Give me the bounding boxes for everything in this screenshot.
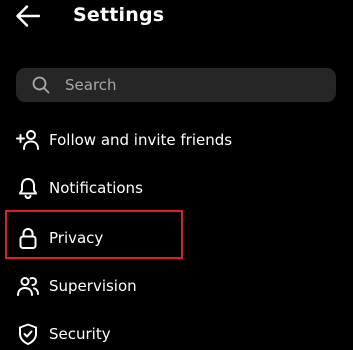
search-icon	[32, 76, 50, 94]
menu-item-security[interactable]: Security	[0, 314, 353, 350]
menu-item-follow-invite-friends[interactable]: Follow and invite friends	[0, 120, 353, 160]
lock-icon	[19, 227, 37, 249]
menu-item-label: Supervision	[49, 277, 137, 295]
header-bar: Settings	[0, 0, 353, 34]
people-icon	[17, 276, 39, 296]
search-input[interactable]: Search	[16, 68, 336, 102]
settings-screen: Settings Search Follow and invite friend…	[0, 0, 353, 350]
menu-item-label: Privacy	[49, 229, 104, 247]
page-title: Settings	[73, 4, 165, 26]
bell-icon	[19, 178, 37, 200]
shield-check-icon	[19, 323, 37, 345]
back-arrow-icon	[16, 5, 41, 27]
menu-item-notifications[interactable]: Notifications	[0, 168, 353, 208]
menu-item-label: Security	[49, 325, 111, 343]
search-placeholder: Search	[65, 76, 117, 94]
menu-item-privacy[interactable]: Privacy	[0, 218, 353, 258]
menu-item-supervision[interactable]: Supervision	[0, 266, 353, 306]
add-person-icon	[16, 130, 39, 150]
menu-item-label: Follow and invite friends	[49, 131, 233, 149]
back-button[interactable]	[14, 3, 42, 29]
menu-item-label: Notifications	[49, 179, 143, 197]
